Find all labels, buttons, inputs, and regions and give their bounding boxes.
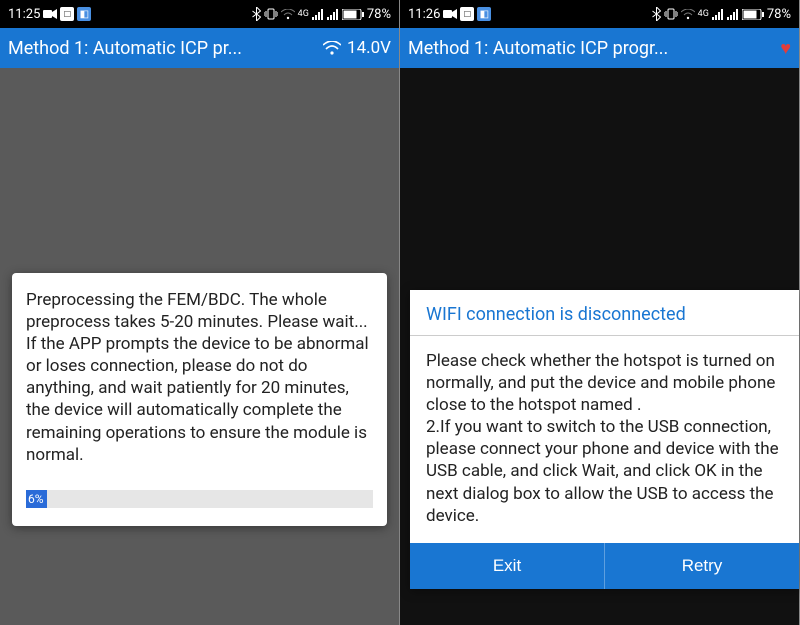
wifi-icon	[323, 41, 341, 55]
page-title: Method 1: Automatic ICP progr...	[408, 38, 780, 59]
exit-button[interactable]: Exit	[410, 543, 605, 589]
status-left: 11:26 □ ◧	[408, 7, 491, 22]
dialog-body-text: Preprocessing the FEM/BDC. The whole pre…	[26, 289, 373, 466]
app-badge-icon: □	[460, 7, 474, 21]
header-right: ♥	[780, 38, 791, 59]
retry-button[interactable]: Retry	[605, 543, 799, 589]
dialog-title: WIFI connection is disconnected	[410, 290, 799, 336]
progress-dialog: Preprocessing the FEM/BDC. The whole pre…	[12, 273, 387, 526]
heart-icon[interactable]: ♥	[780, 38, 791, 59]
header-right: 14.0V	[323, 38, 391, 58]
net-4g-icon: 4G	[698, 10, 709, 19]
app-badge-blue-icon: ◧	[477, 7, 491, 21]
net-4g-icon: 4G	[298, 10, 309, 19]
app-badge-icon: □	[60, 7, 74, 21]
app-header: Method 1: Automatic ICP pr... 14.0V	[0, 28, 399, 68]
signal-2-icon	[727, 9, 739, 20]
progress-percent: 6%	[28, 490, 44, 508]
voltage-readout: 14.0V	[347, 38, 391, 58]
content-area: Preprocessing the FEM/BDC. The whole pre…	[0, 68, 399, 625]
signal-1-icon	[312, 9, 324, 20]
status-bar: 11:25 □ ◧ 4G	[0, 0, 399, 28]
battery-icon	[742, 9, 764, 20]
status-left: 11:25 □ ◧	[8, 7, 91, 22]
wifi-weak-icon	[681, 9, 695, 20]
status-right: 4G 78%	[252, 7, 391, 22]
signal-1-icon	[712, 9, 724, 20]
app-badge-blue-icon: ◧	[77, 7, 91, 21]
vibrate-icon	[264, 8, 278, 20]
vibrate-icon	[664, 8, 678, 20]
wifi-dialog: WIFI connection is disconnected Please c…	[410, 290, 799, 589]
video-icon	[443, 9, 457, 19]
phone-right: 11:26 □ ◧ 4G	[400, 0, 800, 625]
dialog-body-text: Please check whether the hotspot is turn…	[410, 336, 799, 543]
bluetooth-icon	[652, 7, 661, 21]
battery-percent: 78%	[367, 7, 391, 22]
battery-percent: 78%	[767, 7, 791, 22]
dialog-button-row: Exit Retry	[410, 543, 799, 589]
clock: 11:25	[8, 7, 40, 22]
page-title: Method 1: Automatic ICP pr...	[8, 38, 323, 59]
signal-2-icon	[327, 9, 339, 20]
status-bar: 11:26 □ ◧ 4G	[400, 0, 799, 28]
progress-bar: 6%	[26, 490, 373, 508]
wifi-weak-icon	[281, 9, 295, 20]
bluetooth-icon	[252, 7, 261, 21]
battery-icon	[342, 9, 364, 20]
clock: 11:26	[408, 7, 440, 22]
status-right: 4G 78%	[652, 7, 791, 22]
phone-left: 11:25 □ ◧ 4G	[0, 0, 400, 625]
app-header: Method 1: Automatic ICP progr... ♥	[400, 28, 799, 68]
video-icon	[43, 9, 57, 19]
content-area: WIFI connection is disconnected Please c…	[400, 68, 799, 625]
